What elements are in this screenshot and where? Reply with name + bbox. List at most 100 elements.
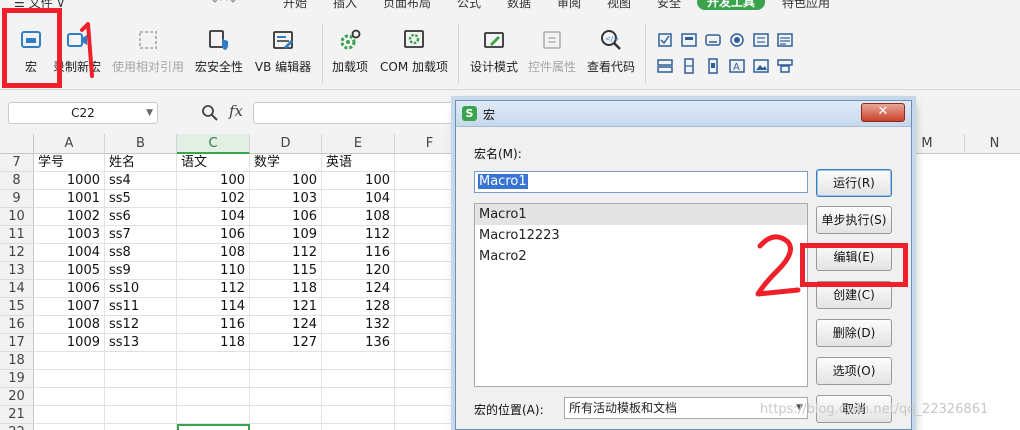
menu-item-4[interactable]: 数据 <box>507 0 531 10</box>
cell[interactable]: 118 <box>177 334 250 352</box>
cell[interactable] <box>322 352 395 370</box>
row-header[interactable]: 22 <box>0 424 34 430</box>
row-header[interactable]: 21 <box>0 406 34 424</box>
cell[interactable] <box>105 370 177 388</box>
vertical-scroll-icon[interactable] <box>704 58 722 74</box>
relative-reference-button[interactable]: 使用相对引用 <box>110 28 186 84</box>
column-header-d[interactable]: D <box>250 134 322 154</box>
menu-item-7[interactable]: 安全 <box>657 0 681 10</box>
macro-list-item[interactable]: Macro1 <box>475 204 807 225</box>
design-mode-button[interactable]: 设计模式 <box>468 28 520 84</box>
row-header[interactable]: 9 <box>0 190 34 208</box>
cell[interactable]: ss12 <box>105 316 177 334</box>
select-all-corner[interactable] <box>0 134 34 154</box>
cell[interactable]: 1005 <box>34 262 105 280</box>
cell[interactable] <box>177 424 250 430</box>
image-control-icon[interactable] <box>752 58 770 74</box>
cell[interactable]: 数学 <box>250 154 322 172</box>
cell[interactable]: 1004 <box>34 244 105 262</box>
close-button[interactable]: ✕ <box>861 103 905 122</box>
cell[interactable]: 112 <box>322 226 395 244</box>
cell[interactable] <box>322 370 395 388</box>
checkbox-control-icon[interactable] <box>656 32 674 48</box>
row-header[interactable]: 10 <box>0 208 34 226</box>
column-header-b[interactable]: B <box>105 134 177 154</box>
menu-item-9[interactable]: 特色应用 <box>782 0 830 10</box>
cell[interactable]: 1006 <box>34 280 105 298</box>
cell[interactable]: ss6 <box>105 208 177 226</box>
view-code-button[interactable]: </> 查看代码 <box>585 28 637 84</box>
cell[interactable]: 100 <box>177 172 250 190</box>
cell[interactable]: 语文 <box>177 154 250 172</box>
cell[interactable] <box>177 388 250 406</box>
row-header[interactable]: 12 <box>0 244 34 262</box>
cell[interactable]: 115 <box>250 262 322 280</box>
cell[interactable] <box>177 406 250 424</box>
cell[interactable]: 132 <box>322 316 395 334</box>
row-header[interactable]: 18 <box>0 352 34 370</box>
undo-redo-icons[interactable]: ↶ ↷ <box>212 0 236 8</box>
cell[interactable] <box>250 370 322 388</box>
menu-item-8[interactable]: 开发工具 <box>697 0 766 10</box>
cell[interactable] <box>105 388 177 406</box>
cell[interactable] <box>34 406 105 424</box>
cell[interactable] <box>250 406 322 424</box>
cell[interactable]: 1000 <box>34 172 105 190</box>
spinner-control-icon[interactable] <box>680 58 698 74</box>
row-header[interactable]: 17 <box>0 334 34 352</box>
zoom-icon[interactable] <box>201 104 219 122</box>
combobox-control-icon[interactable] <box>776 32 794 48</box>
cell[interactable]: 112 <box>177 280 250 298</box>
cell[interactable]: 120 <box>322 262 395 280</box>
com-addins-button[interactable]: COM 加载项 <box>378 28 450 84</box>
menu-item-2[interactable]: 页面布局 <box>383 0 431 10</box>
menu-item-5[interactable]: 审阅 <box>557 0 581 10</box>
cell[interactable] <box>322 406 395 424</box>
options-button[interactable]: 选项(O) <box>816 357 892 385</box>
control-properties-button[interactable]: 控件属性 <box>526 28 578 84</box>
cell[interactable]: ss7 <box>105 226 177 244</box>
cell[interactable] <box>177 370 250 388</box>
column-header-e[interactable]: E <box>322 134 395 154</box>
cell[interactable]: 104 <box>322 190 395 208</box>
macro-security-button[interactable]: 宏安全性 <box>194 28 244 84</box>
cell[interactable] <box>34 352 105 370</box>
name-box[interactable]: C22 ▼ <box>8 102 158 124</box>
cell[interactable]: ss11 <box>105 298 177 316</box>
cell[interactable]: 121 <box>250 298 322 316</box>
cell[interactable]: 英语 <box>322 154 395 172</box>
delete-button[interactable]: 删除(D) <box>816 319 892 347</box>
cell[interactable]: 112 <box>250 244 322 262</box>
run-button[interactable]: 运行(R) <box>816 169 892 197</box>
step-into-button[interactable]: 单步执行(S) <box>816 206 892 234</box>
radio-control-icon[interactable] <box>728 32 746 48</box>
cell[interactable]: ss8 <box>105 244 177 262</box>
cell[interactable]: 127 <box>250 334 322 352</box>
cell[interactable] <box>34 370 105 388</box>
row-header[interactable]: 19 <box>0 370 34 388</box>
cell[interactable] <box>250 424 322 430</box>
cell[interactable]: ss13 <box>105 334 177 352</box>
toggle-control-icon[interactable] <box>776 58 794 74</box>
formula-input[interactable] <box>253 102 453 124</box>
chevron-down-icon[interactable]: ▼ <box>146 103 153 123</box>
cell[interactable]: 108 <box>177 244 250 262</box>
cell[interactable]: 学号 <box>34 154 105 172</box>
cell[interactable] <box>177 352 250 370</box>
cell[interactable] <box>322 424 395 430</box>
row-header[interactable]: 11 <box>0 226 34 244</box>
cell[interactable] <box>105 406 177 424</box>
cell[interactable]: 128 <box>322 298 395 316</box>
cell[interactable] <box>105 424 177 430</box>
cell[interactable]: 103 <box>250 190 322 208</box>
cell[interactable] <box>322 388 395 406</box>
cell[interactable]: 110 <box>177 262 250 280</box>
cell[interactable]: 1003 <box>34 226 105 244</box>
text-control-icon[interactable]: A <box>728 58 746 74</box>
cell[interactable]: ss9 <box>105 262 177 280</box>
macro-name-input[interactable]: Macro1 <box>474 171 808 193</box>
cell[interactable]: 106 <box>250 208 322 226</box>
row-header[interactable]: 7 <box>0 154 34 172</box>
dialog-titlebar[interactable]: S 宏 ✕ <box>456 101 911 127</box>
cell[interactable]: 1009 <box>34 334 105 352</box>
